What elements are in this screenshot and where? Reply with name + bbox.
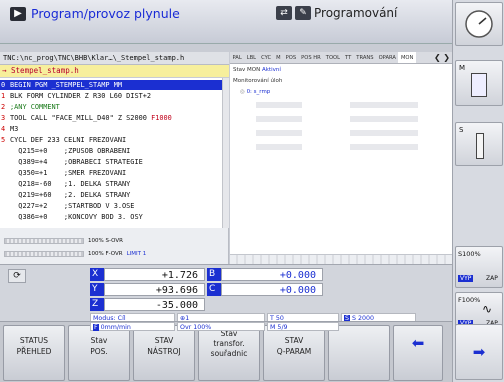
active-mode[interactable]: ▶ Program/provoz plynule (10, 6, 180, 21)
tab-tool[interactable]: TOOL (323, 52, 342, 63)
softkey-forward[interactable]: ➡ (455, 324, 503, 380)
m-function-button[interactable]: M (455, 60, 503, 106)
tab-cyc[interactable]: CYC (259, 52, 274, 63)
tab-lbl[interactable]: LBL (244, 52, 258, 63)
softkey-status-transform[interactable]: Stav transfor. souřadnic (198, 325, 260, 381)
current-file[interactable]: → Stempel_stamp.h (0, 65, 229, 77)
program-line[interactable]: Q227=+2 ;STARTBOD V 3.OSE (0, 201, 223, 211)
program-line[interactable]: Q215=+0 ;ZPUSOB OBRABENI (0, 146, 223, 156)
program-run-icon: ▶ (10, 6, 26, 21)
f-override-row: 100% F-OVR LIMIT 1 (4, 249, 146, 259)
tab-pos[interactable]: POS (283, 52, 299, 63)
tab-pos-hr[interactable]: POS HR (299, 52, 324, 63)
softkey-status-qparam[interactable]: STAV Q-PARAM (263, 325, 325, 381)
tab-mon[interactable]: MON (398, 52, 416, 63)
program-line[interactable]: Q386=+0 ;KONCOVY BOD 3. OSY (0, 212, 223, 222)
spindle-icon (476, 133, 484, 159)
axis-c-value: +0.000 (221, 283, 323, 296)
feed-field: F 0mm/min (90, 322, 175, 331)
feed-wave-icon: ∿ (482, 302, 493, 316)
tab-opara[interactable]: OPARA (376, 52, 398, 63)
program-line[interactable]: 5 CYCL DEF 233 CELNI FREZOVANI (0, 135, 223, 145)
m-field: M 5/9 (267, 322, 339, 331)
axis-z-value: -35.000 (104, 298, 205, 311)
tab-pal[interactable]: PAL (230, 52, 244, 63)
arrow-right-icon: ➡ (472, 343, 486, 361)
softkey-back[interactable]: ⬅ (393, 325, 443, 381)
monitor-slot (350, 116, 418, 122)
program-line[interactable]: Q350=+1 ;SMER FREZOVANI (0, 168, 223, 178)
tab-trans[interactable]: TRANS (354, 52, 376, 63)
softkey-empty[interactable] (328, 325, 390, 381)
axis-b-value: +0.000 (221, 268, 323, 281)
axis-x-label: X (90, 268, 104, 281)
program-line[interactable]: Q218=-60 ;1. DELKA STRANY (0, 179, 223, 189)
status-panel: Stav MON Aktivní Monitorování úloh ◎ 0: … (230, 64, 452, 264)
axis-b-label: B (207, 268, 221, 281)
s-override-row: 100% S-OVR (4, 236, 123, 246)
ovr-field: Ovr 100% (177, 322, 265, 331)
listing-scrollbar[interactable] (222, 78, 229, 228)
limit-label: LIMIT 1 (126, 251, 147, 257)
tab-m[interactable]: M (274, 52, 283, 63)
monitor-slot (256, 102, 302, 108)
timeline-bar[interactable] (230, 254, 452, 264)
program-line[interactable]: 2 ;ANY COMMENT (0, 102, 223, 112)
monitor-slot (256, 130, 302, 136)
position-display: ⟳ X +1.726 Y +93.696 Z -35.000 B +0.000 … (0, 264, 452, 322)
s-override-bar (4, 238, 84, 244)
axis-z-label: Z (90, 298, 104, 311)
axis-c-label: C (207, 283, 221, 296)
monitor-task: ◎ 0: s_rmp (240, 89, 271, 95)
tab-tt[interactable]: TT (343, 52, 354, 63)
softkey-status-pos[interactable]: Stav POS. (68, 325, 130, 381)
mode-left-label: Program/provoz plynule (31, 6, 180, 21)
monitor-slot (350, 130, 418, 136)
clock-button[interactable] (455, 2, 503, 46)
monitor-slot (350, 102, 418, 108)
monitor-slot (256, 144, 302, 150)
program-line[interactable]: 0 BEGIN PGM _STEMPEL_STAMP MM (0, 80, 223, 90)
softkey-status-tool[interactable]: STAV NÁSTROJ (133, 325, 195, 381)
machine-sidebar: M S S100% VYP ZAP F100% ∿ VYP ZAP ➡ (452, 0, 504, 382)
override-panel: 100% S-OVR 100% F-OVR LIMIT 1 (0, 228, 229, 264)
arrow-left-icon: ⬅ (411, 334, 425, 352)
status-tabs: PAL LBL CYC M POS POS HR TOOL TT TRANS OPARA MON (230, 52, 452, 64)
s-override-label: 100% S-OVR (88, 238, 123, 244)
softkey-status-overview[interactable]: STATUS PŘEHLED (3, 325, 65, 381)
program-line[interactable]: Q219=+60 ;2. DELKA STRANY (0, 190, 223, 200)
monitor-title: Monitorování úloh (233, 78, 283, 84)
f-override-bar (4, 251, 84, 257)
program-line[interactable]: Q389=+4 ;OBRABECI STRATEGIE (0, 157, 223, 167)
f-override-label: 100% F-OVR (88, 251, 123, 257)
swap-icon: ⇄ (276, 6, 292, 20)
monitor-slot (256, 116, 302, 122)
mon-state: Stav MON Aktivní (233, 67, 281, 73)
spindle-override-button[interactable]: S100% VYP ZAP (455, 246, 503, 288)
axis-x-value: +1.726 (104, 268, 205, 281)
clock-icon (465, 10, 493, 38)
program-line[interactable]: 4 M3 (0, 124, 223, 134)
axis-y-label: Y (90, 283, 104, 296)
path-bar: TNC:\nc_prog\TNC\BHB\Klar…\_Stempel_stam… (0, 52, 229, 65)
edit-icon: ✎ (295, 6, 311, 20)
mode-switch[interactable]: ⇄ ✎ Programování (276, 6, 397, 20)
machine-icon (471, 73, 487, 97)
program-line[interactable]: 1 BLK FORM CYLINDER Z R30 L60 DIST+2 (0, 91, 223, 101)
program-listing[interactable]: 0 BEGIN PGM _STEMPEL_STAMP MM 1 BLK FORM CY… (0, 78, 229, 228)
tab-scroll-icon[interactable]: ❮ ❯ (434, 53, 450, 62)
axis-y-value: +93.696 (104, 283, 205, 296)
monitor-slot (350, 144, 418, 150)
refresh-icon[interactable]: ⟳ (8, 269, 26, 283)
mode-right-label: Programování (314, 6, 398, 20)
program-line[interactable]: 3 TOOL CALL "FACE_MILL_D40" Z S2000 F1000 (0, 113, 223, 123)
s-function-button[interactable]: S (455, 122, 503, 166)
